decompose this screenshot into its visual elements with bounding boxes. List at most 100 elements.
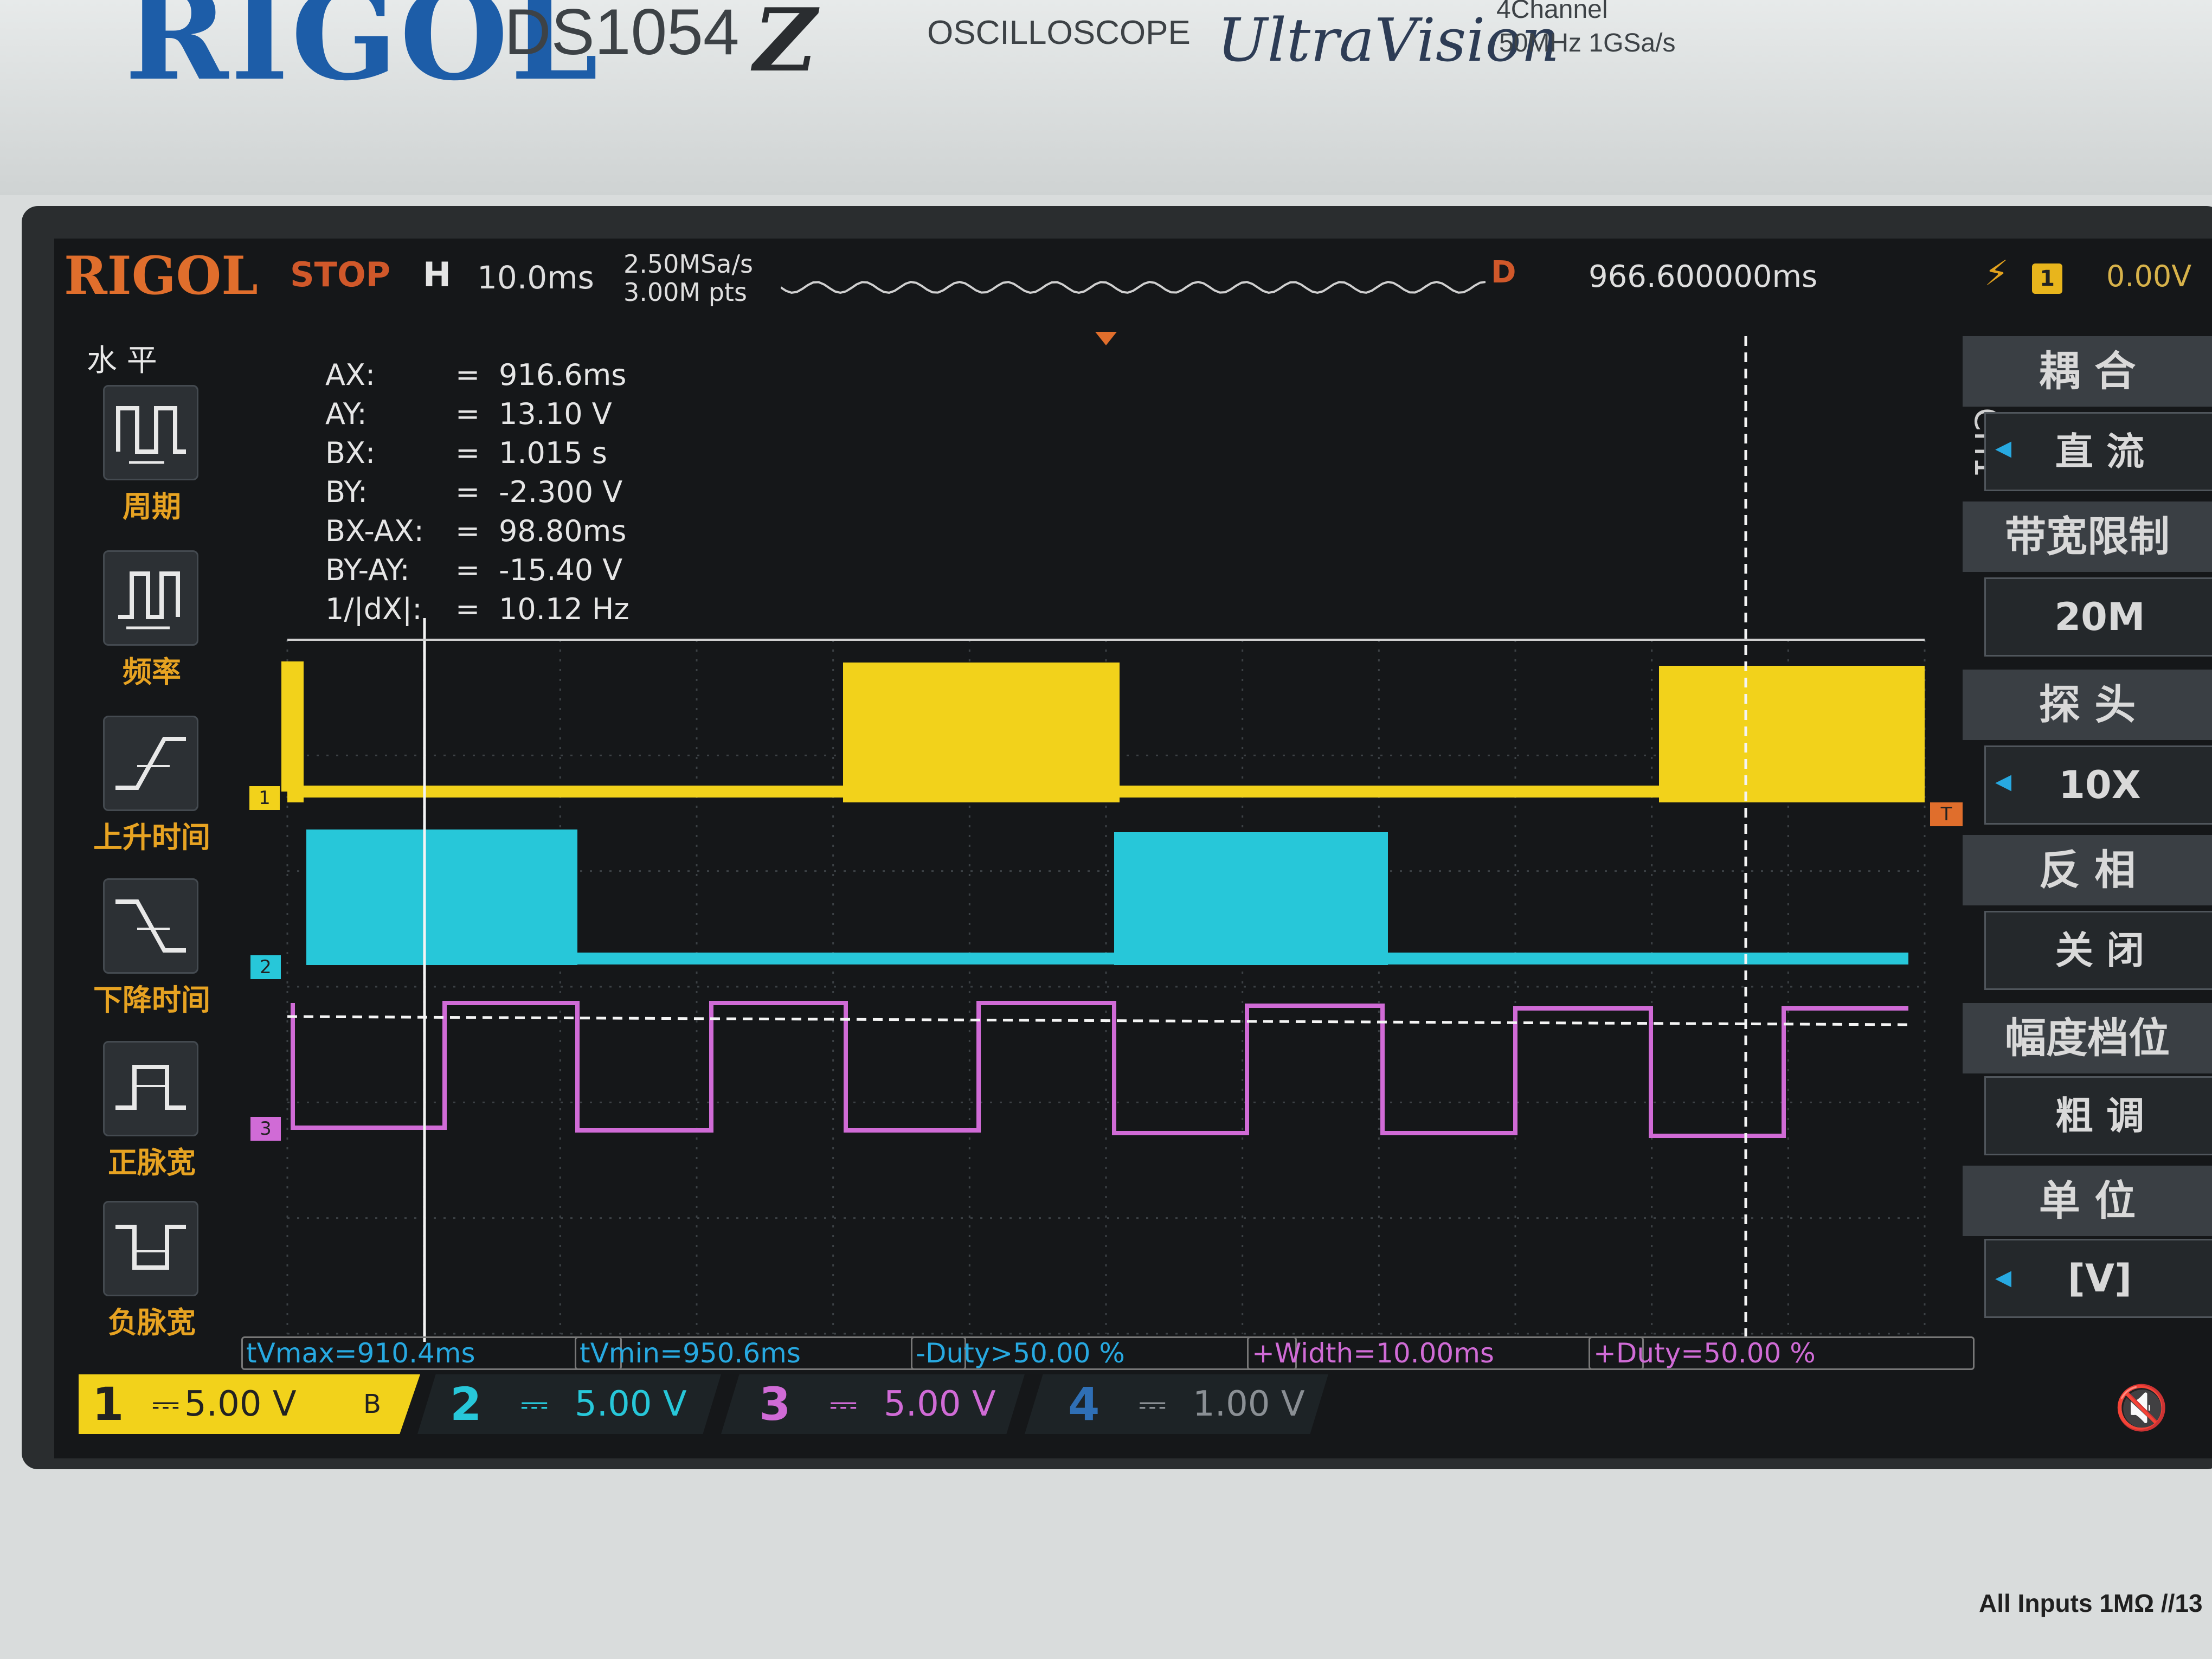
ch1-burst [1659,666,1925,802]
measurement-pos-duty[interactable]: +Duty=50.00 % [1589,1336,1975,1370]
cursor-ax-row: AX: = 916.6ms [325,358,737,396]
delay-value[interactable]: 966.600000ms [1589,259,1817,294]
measurement-tvmax[interactable]: tVmax=910.4ms [241,1336,622,1370]
cursor-eq: = [455,553,480,587]
ch2-burst [306,829,577,965]
measurement-tvmin[interactable]: tVmin=950.6ms [575,1336,966,1370]
ch1-burst [287,661,304,802]
cursor-value: -2.300 V [499,475,623,509]
measurement-pos-width[interactable]: +Width=10.00ms [1247,1336,1644,1370]
bw-limit-button[interactable]: 20M [1984,577,2212,657]
bw-limit-header: 带宽限制 [1963,501,2212,572]
trigger-level[interactable]: 0.00V [2106,259,2191,293]
measure-positive-width-item[interactable]: 正脉宽 [81,1041,222,1204]
cursor-key: AX: [325,358,376,392]
positive-width-icon [103,1041,198,1136]
measure-rise-time-item[interactable]: 上升时间 [81,716,222,878]
run-state[interactable]: STOP [290,255,390,294]
memory-overview-strip [781,280,1486,294]
cursor-eq: = [455,592,480,626]
cursor-by-row: BY: = -2.300 V [325,475,737,513]
negative-width-icon [103,1201,198,1296]
cursor-horizontal-ab[interactable] [287,1015,1909,1026]
cursor-ay-row: AY: = 13.10 V [325,397,737,435]
delay-label: D [1491,255,1516,290]
cursor-eq: = [455,475,480,509]
ch4-coupling-icon: ⎓ [1139,1384,1167,1424]
fall-time-icon [103,878,198,974]
invert-header: 反 相 [1963,835,2212,905]
ch3-scale: 5.00 V [884,1384,996,1424]
measure-fall-time-item[interactable]: 下降时间 [81,878,222,1041]
cursor-delta-y-row: BY-AY: = -15.40 V [325,553,737,591]
cursor-delta-x-row: BX-AX: = 98.80ms [325,514,737,552]
period-icon [103,385,198,480]
probe-button[interactable]: 10X [1984,745,2212,825]
cursor-key: BY-AY: [325,553,410,587]
coupling-button[interactable]: 直 流 [1984,412,2212,491]
coupling-arrow-icon: ◂ [1995,428,2012,466]
unit-header: 单 位 [1963,1166,2212,1236]
channels-spec: 4Channel [1496,0,1608,24]
measure-menu-title: 水 平 [87,343,157,378]
cursor-key: 1/|dX|: [325,592,422,626]
menu-label: 正脉宽 [108,1146,196,1180]
ch2-burst [1114,832,1388,965]
measurement-text: -Duty>50.00 % [916,1338,1125,1369]
ch1-number: 1 [92,1378,124,1431]
measure-period-item[interactable]: 周期 [81,385,222,548]
menu-label: 下降时间 [93,983,210,1017]
sound-mute-icon[interactable]: 🔇 [2114,1382,2169,1433]
cursor-eq: = [455,514,480,548]
probe-arrow-icon: ◂ [1995,762,2012,800]
memory-depth: 3.00M pts [623,278,747,307]
volts-div-button[interactable]: 粗 调 [1984,1076,2212,1155]
ch3-ground-marker: 3 [250,1117,281,1141]
ch1-waveform [281,661,1925,802]
device-type-label: OSCILLOSCOPE [927,14,1191,52]
ch1-bw-badge: B [363,1389,381,1419]
timebase-value[interactable]: 10.0ms [477,259,594,296]
cursor-key: AY: [325,397,367,431]
probe-header: 探 头 [1963,670,2212,740]
bandwidth-spec: 50MHz 1GSa/s [1499,29,1676,57]
measurement-text: +Width=10.00ms [1252,1338,1494,1369]
ch3-coupling-icon: ⎓ [829,1384,858,1424]
trigger-position-marker [1095,332,1117,345]
horizontal-label: H [423,255,451,294]
menu-label: 频率 [123,655,181,689]
menu-label: 负脉宽 [108,1306,196,1340]
cursor-bx-row: BX: = 1.015 s [325,436,737,474]
ch4-scale: 1.00 V [1193,1384,1305,1424]
cursor-eq: = [455,397,480,431]
sample-rate: 2.50MSa/s [623,249,753,279]
input-impedance-label: All Inputs 1MΩ //13 [1979,1589,2203,1617]
measure-negative-width-item[interactable]: 负脉宽 [81,1201,222,1364]
model-number: DS1054 [504,0,740,68]
ch2-scale: 5.00 V [575,1384,687,1424]
cursor-key: BY: [325,475,368,509]
measure-frequency-item[interactable]: 频率 [81,550,222,713]
ch1-coupling-icon: ⎓ [152,1384,180,1424]
cursor-value: 98.80ms [499,514,627,548]
model-suffix: Z [754,0,817,91]
cursor-value: -15.40 V [499,553,623,587]
rising-edge-trigger-icon: ⚡ [1984,254,2009,294]
volts-div-header: 幅度档位 [1963,1003,2212,1073]
measurement-neg-duty[interactable]: -Duty>50.00 % [911,1336,1297,1370]
measurement-text: tVmax=910.4ms [246,1338,475,1369]
ch1-ground-marker: 1 [249,786,280,810]
measurement-text: tVmin=950.6ms [580,1338,801,1369]
rise-time-icon [103,716,198,811]
unit-button[interactable]: [V] [1984,1239,2212,1318]
cursor-eq: = [455,358,480,392]
screen-logo: RIGOL [64,245,258,306]
ch1-burst [843,663,1120,802]
invert-button[interactable]: 关 闭 [1984,911,2212,990]
trigger-level-marker: T [1930,802,1963,826]
coupling-header: 耦 合 [1963,336,2212,407]
unit-arrow-icon: ◂ [1995,1258,2012,1296]
ch4-number: 4 [1068,1378,1100,1431]
ch2-ground-marker: 2 [250,955,281,979]
cursor-value: 13.10 V [499,397,612,431]
